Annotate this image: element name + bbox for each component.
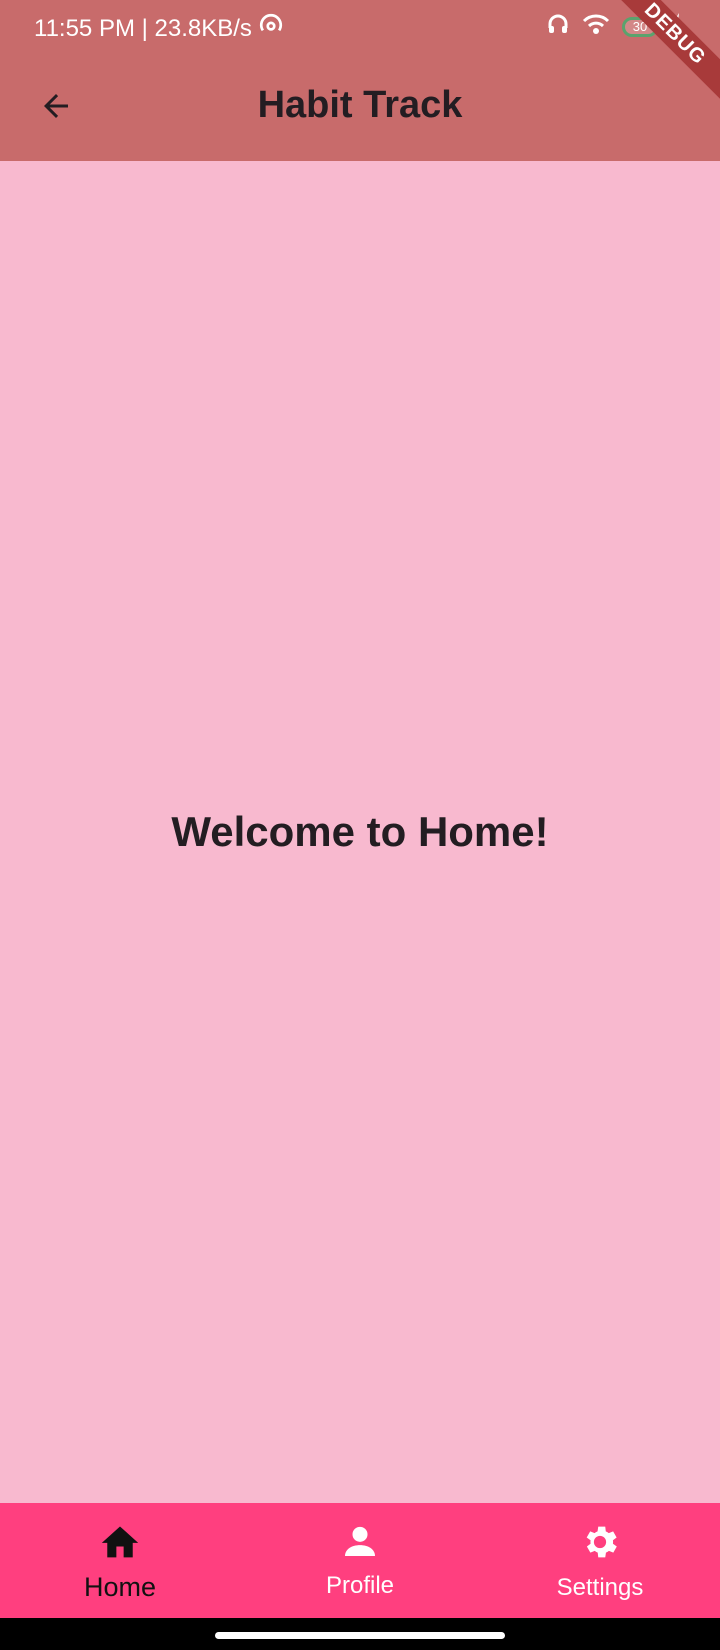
status-bar: 11:55 PM | 23.8KB/s 30 (0, 0, 720, 56)
wifi-icon (582, 12, 610, 41)
bottom-navigation: Home Profile Settings (0, 1503, 720, 1618)
headphones-icon (546, 12, 570, 41)
status-time: 11:55 PM | 23.8KB/s (34, 14, 252, 42)
system-navigation-bar (0, 1618, 720, 1650)
page-title: Habit Track (257, 84, 463, 126)
person-icon (340, 1521, 380, 1566)
nav-label-profile: Profile (325, 1572, 395, 1599)
hotspot-icon (258, 12, 284, 45)
home-icon (98, 1521, 142, 1566)
nav-item-profile[interactable]: Profile (240, 1503, 480, 1618)
gear-icon (579, 1521, 621, 1568)
nav-item-home[interactable]: Home (0, 1503, 240, 1618)
app-bar: Habit Track (0, 56, 720, 161)
nav-label-home: Home (83, 1572, 157, 1602)
nav-label-settings: Settings (556, 1574, 644, 1601)
nav-item-settings[interactable]: Settings (480, 1503, 720, 1618)
status-left: 11:55 PM | 23.8KB/s (34, 12, 284, 45)
main-content: Welcome to Home! (0, 161, 720, 1503)
welcome-message: Welcome to Home! (171, 808, 549, 855)
home-indicator[interactable] (215, 1632, 505, 1639)
